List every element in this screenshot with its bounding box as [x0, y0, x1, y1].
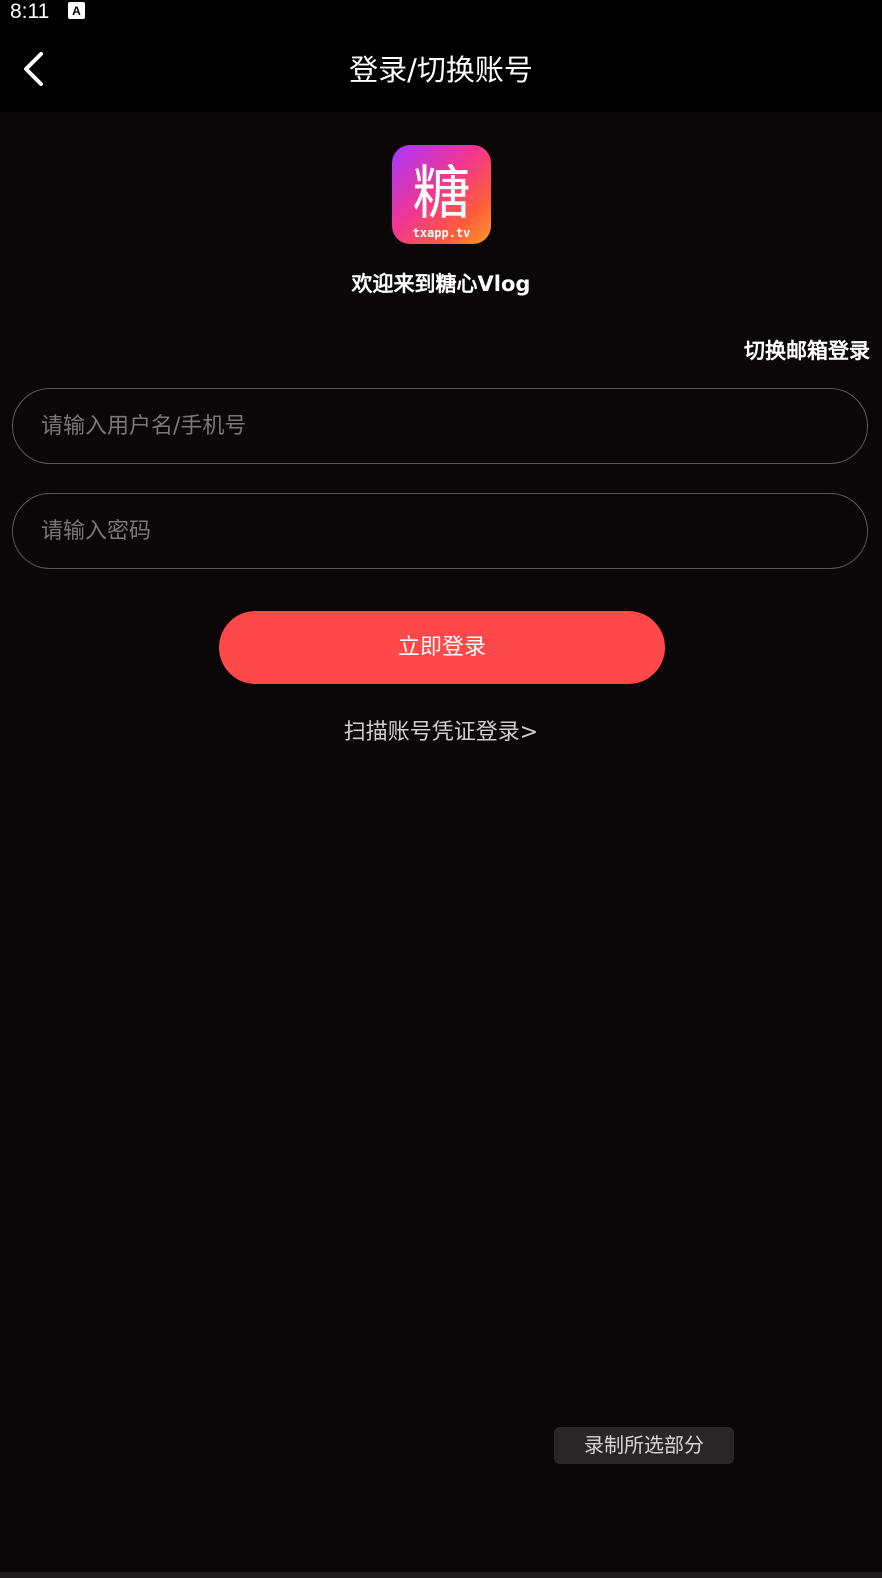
svg-text:A: A	[72, 4, 81, 18]
bottom-edge	[0, 1572, 882, 1578]
page-title: 登录/切换账号	[349, 53, 533, 87]
welcome-text: 欢迎来到糖心Vlog	[351, 272, 531, 296]
username-input[interactable]	[12, 388, 868, 464]
tang-app-logo: 糖 txapp.tv	[412, 159, 471, 240]
switch-email-login-link[interactable]: 切换邮箱登录	[744, 335, 870, 367]
status-bar: 8:11 A	[0, 0, 882, 24]
logo-character: 糖	[412, 159, 470, 227]
logo-domain: txapp.tv	[413, 226, 471, 240]
scan-credential-login-link[interactable]: 扫描账号凭证登录>	[0, 716, 882, 750]
password-input[interactable]	[12, 493, 868, 569]
font-a-icon: A	[68, 2, 85, 19]
record-selection-button[interactable]: 录制所选部分	[554, 1427, 734, 1464]
app-logo: 糖 txapp.tv	[392, 145, 491, 244]
login-screen: 8:11 A 登录/切换账号 糖 txapp.tv 欢迎来到糖心Vlog 切换邮…	[0, 0, 882, 1578]
top-bar: 登录/切换账号	[0, 24, 882, 112]
status-time: 8:11	[10, 0, 50, 23]
login-button[interactable]: 立即登录	[219, 611, 665, 684]
chevron-left-icon	[24, 52, 43, 86]
back-button[interactable]	[10, 46, 56, 92]
